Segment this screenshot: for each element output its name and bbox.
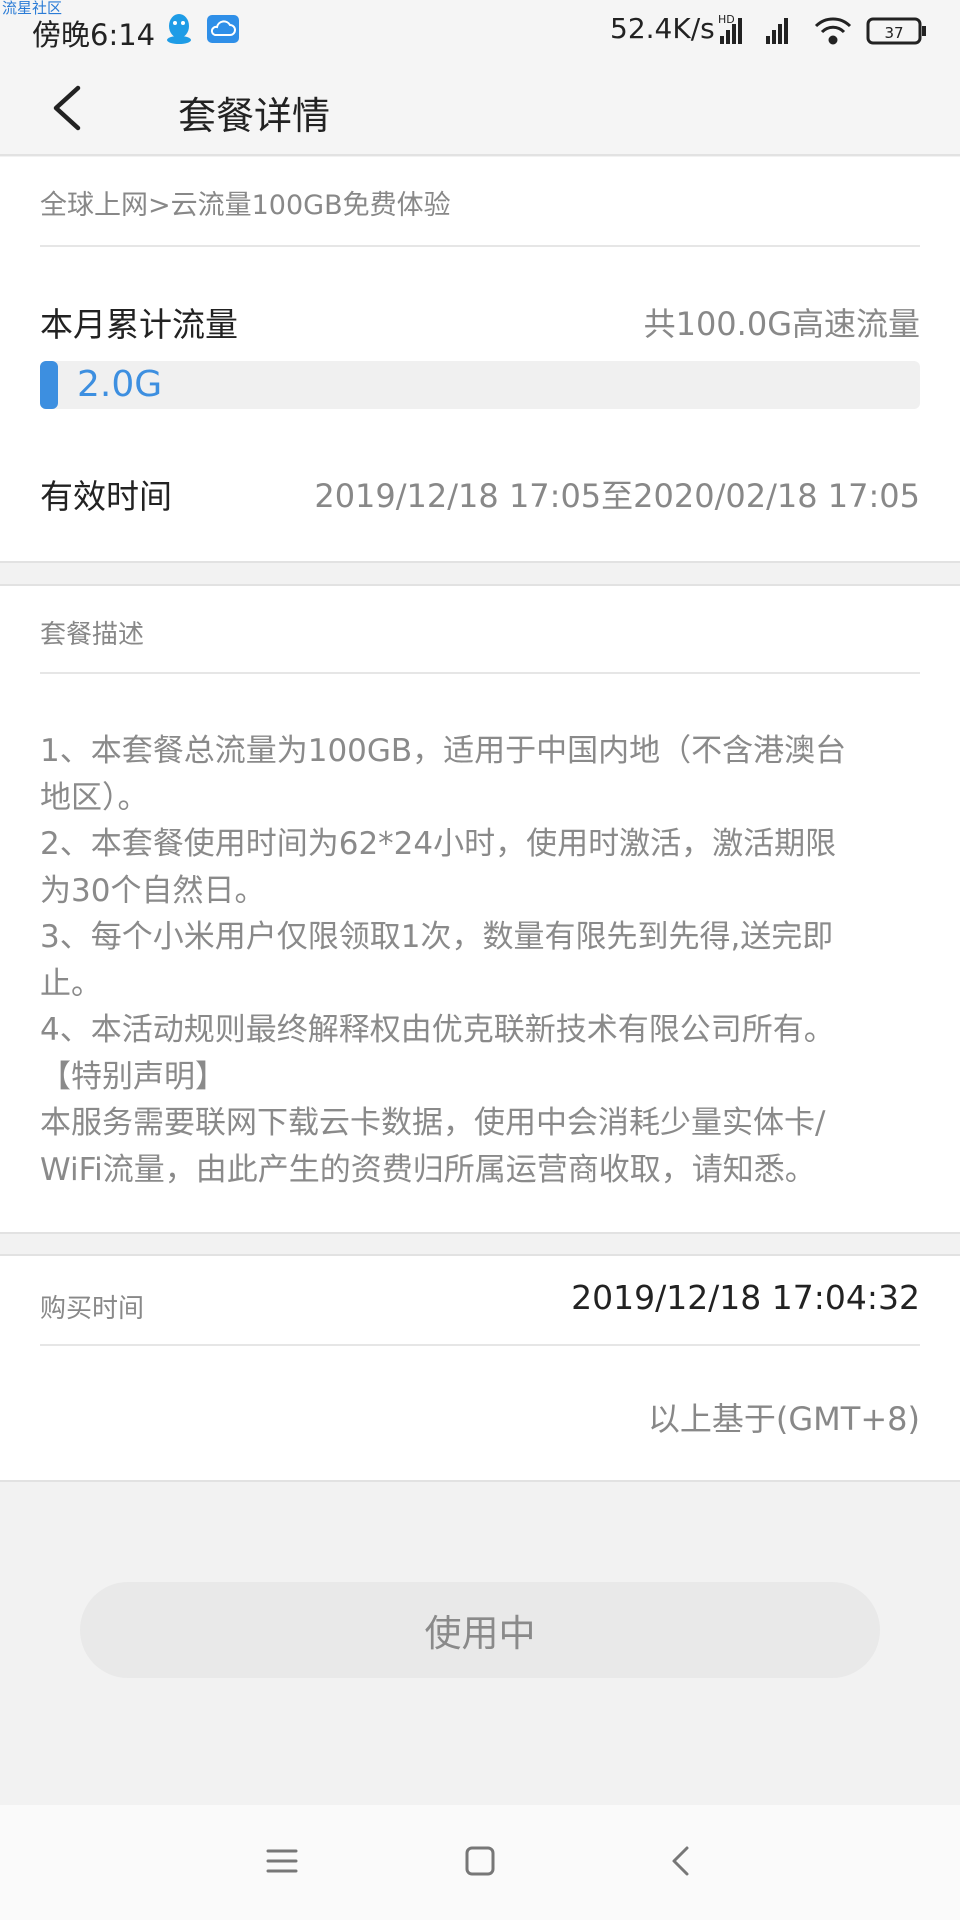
breadcrumb: 全球上网>云流量100GB免费体验	[40, 190, 451, 221]
description-line: 止。	[40, 965, 102, 1002]
purchase-time-value: 2019/12/18 17:04:32	[571, 1278, 920, 1317]
divider	[40, 245, 920, 247]
description-line: WiFi流量，由此产生的资费归所属运营商收取，请知悉。	[40, 1151, 816, 1188]
qq-icon	[167, 14, 191, 44]
validity-label: 有效时间	[40, 477, 172, 516]
status-time: 傍晚6:14	[32, 18, 156, 52]
back-arrow-icon[interactable]	[40, 80, 96, 136]
cloud-icon	[207, 15, 239, 43]
home-icon[interactable]	[458, 1839, 502, 1883]
in-use-button[interactable]: 使用中	[80, 1582, 880, 1678]
package-description-card: 套餐描述 1、本套餐总流量为100GB，适用于中国内地（不含港澳台 地区）。 2…	[0, 584, 960, 1234]
description-line: 4、本活动规则最终解释权由优克联新技术有限公司所有。	[40, 1012, 835, 1048]
header: 套餐详情	[0, 60, 960, 156]
validity-value: 2019/12/18 17:05至2020/02/18 17:05	[314, 477, 920, 515]
purchase-time-label: 购买时间	[40, 1294, 145, 1324]
status-bar: 傍晚6:14 52.4K/s HD 37	[0, 0, 960, 60]
usage-label: 本月累计流量	[40, 305, 238, 344]
battery-icon: 37	[866, 17, 926, 45]
usage-progress-fill	[40, 361, 58, 409]
total-data-label: 共100.0G高速流量	[643, 305, 920, 343]
wifi-icon	[814, 17, 852, 45]
used-data-value: 2.0G	[77, 364, 163, 405]
description-line: 地区）。	[40, 779, 149, 816]
divider	[40, 1344, 920, 1346]
signal-icon	[766, 18, 788, 44]
back-icon[interactable]	[660, 1839, 704, 1883]
description-line: 1、本套餐总流量为100GB，适用于中国内地（不含港澳台	[40, 733, 847, 769]
usage-progress-bar: 2.0G	[40, 361, 920, 409]
timezone-note: 以上基于(GMT+8)	[647, 1400, 920, 1438]
network-speed: 52.4K/s	[610, 12, 715, 45]
divider	[40, 672, 920, 674]
battery-level: 37	[884, 24, 903, 42]
description-text: 1、本套餐总流量为100GB，适用于中国内地（不含港澳台 地区）。 2、本套餐使…	[40, 728, 925, 1193]
purchase-time-card: 购买时间 2019/12/18 17:04:32 以上基于(GMT+8)	[0, 1254, 960, 1482]
description-line: 【特别声明】	[40, 1058, 226, 1095]
description-label: 套餐描述	[40, 620, 145, 650]
description-line: 2、本套餐使用时间为62*24小时，使用时激活，激活期限	[40, 826, 837, 862]
description-line: 为30个自然日。	[40, 872, 266, 909]
menu-icon[interactable]	[260, 1839, 304, 1883]
page-title: 套餐详情	[178, 94, 331, 138]
description-line: 3、每个小米用户仅限领取1次，数量有限先到先得,送完即	[40, 919, 834, 955]
system-nav-bar	[0, 1805, 960, 1920]
description-line: 本服务需要联网下载云卡数据，使用中会消耗少量实体卡/	[40, 1105, 826, 1141]
package-summary-card: 全球上网>云流量100GB免费体验 本月累计流量 共100.0G高速流量 2.0…	[0, 157, 960, 563]
signal-wifi-battery-icons: HD 37	[718, 13, 926, 45]
watermark-text: 流星社区	[2, 0, 63, 17]
